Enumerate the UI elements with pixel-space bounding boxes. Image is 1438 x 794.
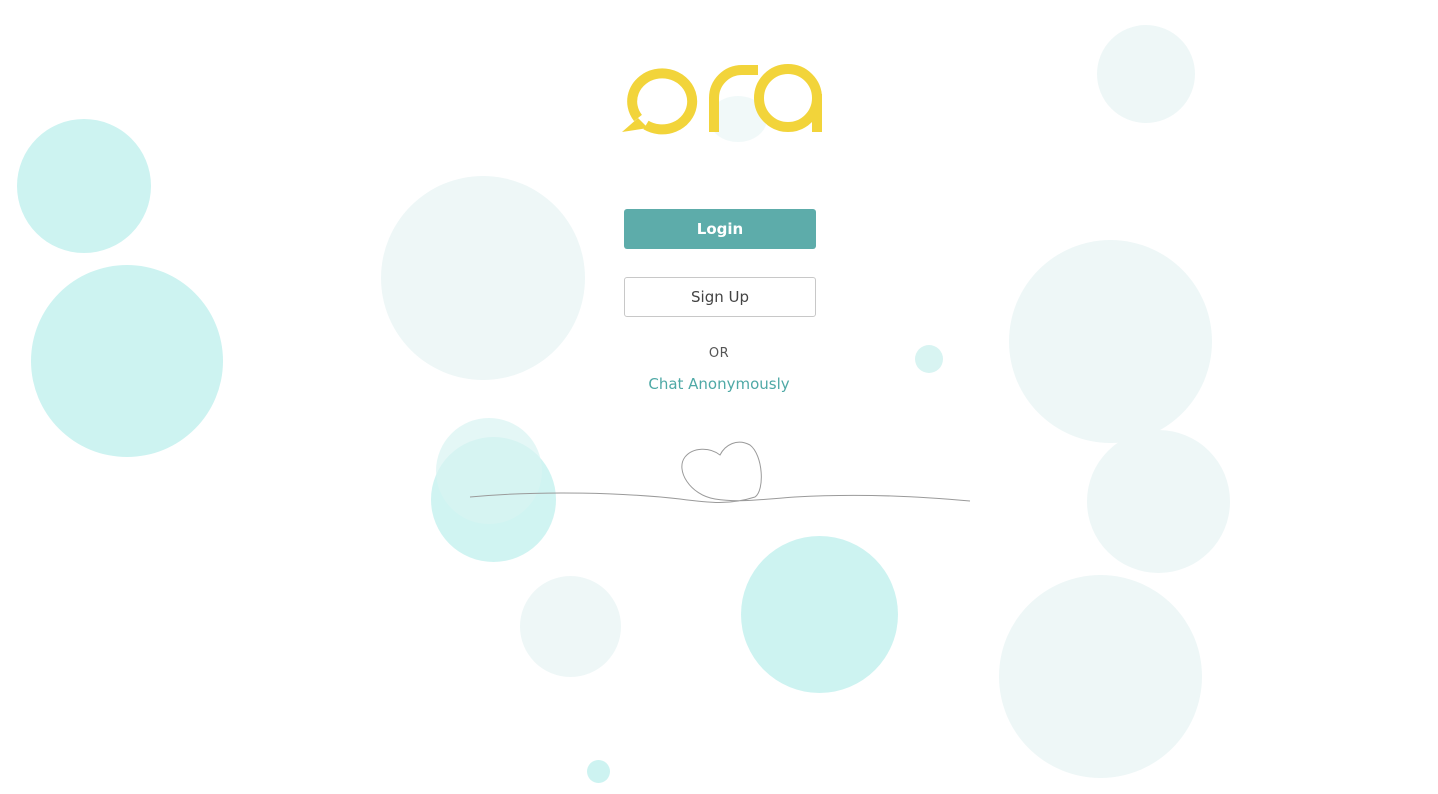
background-bubble — [741, 536, 898, 693]
background-bubble — [31, 265, 223, 457]
heart-line-illustration — [469, 441, 971, 503]
ora-logo — [622, 64, 822, 135]
background-bubble — [1087, 430, 1230, 573]
background-bubble — [17, 119, 151, 253]
signup-button[interactable]: Sign Up — [624, 277, 816, 317]
or-divider-label: OR — [708, 346, 730, 361]
background-bubble — [1097, 25, 1195, 123]
background-bubble — [587, 760, 610, 783]
chat-anonymously-link[interactable]: Chat Anonymously — [619, 375, 819, 393]
login-button[interactable]: Login — [624, 209, 816, 249]
landing-page: Login Sign Up OR Chat Anonymously — [0, 0, 1438, 794]
background-bubble — [1009, 240, 1212, 443]
background-bubble — [999, 575, 1202, 778]
background-bubble — [520, 576, 621, 677]
